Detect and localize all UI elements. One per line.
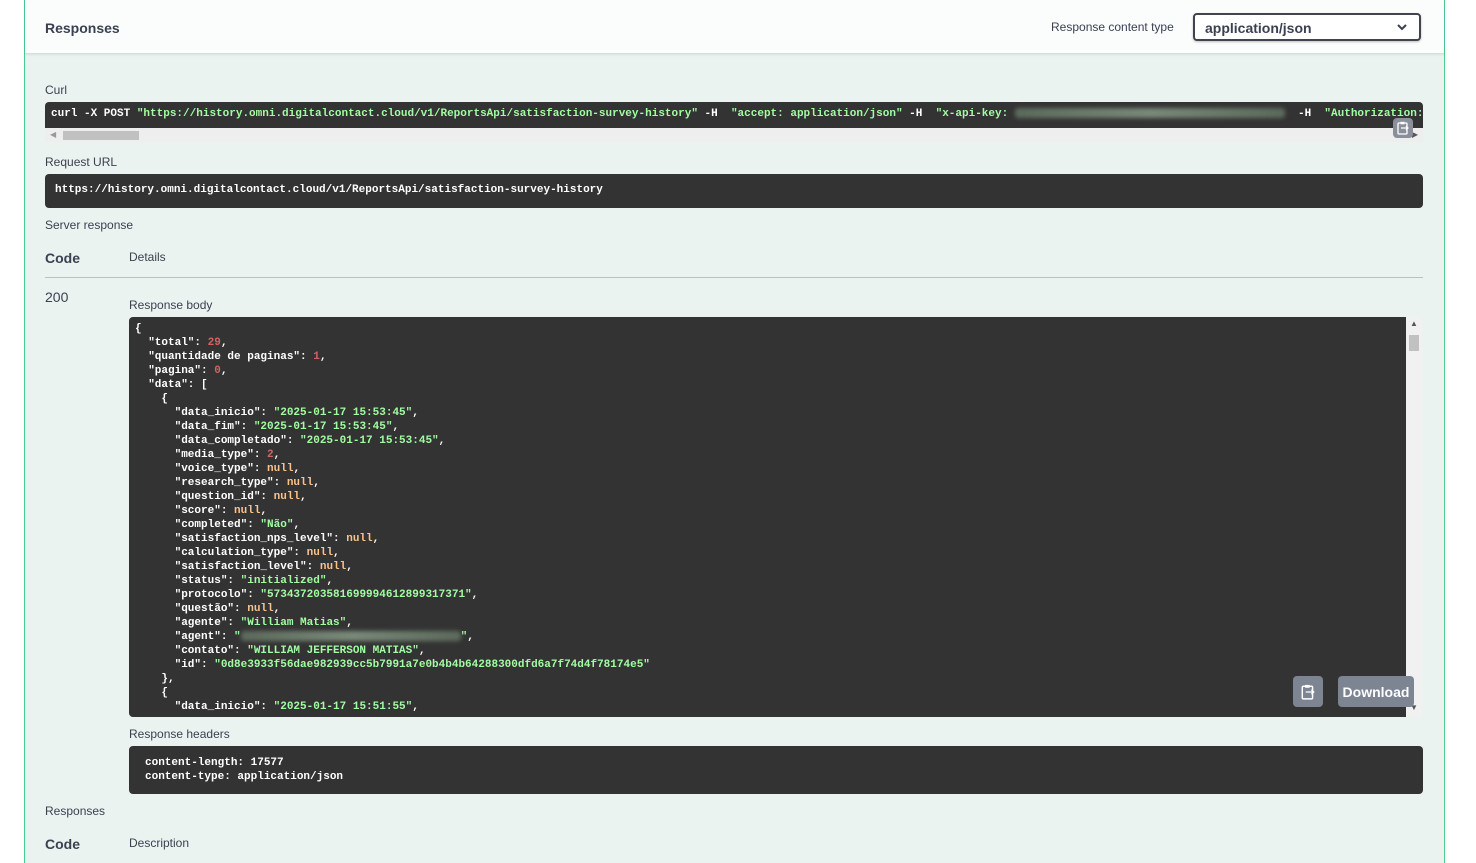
response-body-vertical-scrollbar[interactable]: ▲ ▼ — [1406, 317, 1422, 717]
curl-cmd: curl -X POST — [51, 108, 137, 120]
details-column-header: Details — [129, 250, 166, 264]
curl-api-key-header: "x-api-key: — [935, 108, 1015, 120]
curl-url: "https://history.omni.digitalcontact.clo… — [136, 108, 698, 120]
copy-response-button[interactable] — [1293, 676, 1323, 707]
response-body-label: Response body — [129, 298, 213, 312]
content-type-value: application/json — [1205, 20, 1312, 36]
operation-panel: Responses Response content type applicat… — [24, 0, 1445, 863]
curl-flag: -H — [902, 108, 936, 120]
request-url-value[interactable]: https://history.omni.digitalcontact.clou… — [45, 174, 1423, 208]
response-headers[interactable]: content-length: 17577 content-type: appli… — [129, 746, 1423, 794]
responses-footer-title: Responses — [45, 804, 106, 818]
scroll-left-icon[interactable]: ◀ — [50, 130, 56, 139]
curl-flag: -H — [697, 108, 731, 120]
curl-label: Curl — [45, 83, 68, 97]
request-url-label: Request URL — [45, 155, 118, 169]
scroll-up-icon[interactable]: ▲ — [1410, 319, 1418, 328]
redacted-api-key — [1014, 108, 1285, 119]
download-button[interactable]: Download — [1338, 676, 1414, 707]
request-url-text: https://history.omni.digitalcontact.clou… — [55, 184, 603, 196]
header-line: content-type: application/json — [145, 771, 344, 783]
responses-header: Responses Response content type applicat… — [25, 0, 1444, 54]
server-response-label: Server response — [45, 218, 134, 232]
code-column-header: Code — [45, 250, 80, 266]
footer-description-header: Description — [129, 836, 190, 850]
clipboard-icon — [1397, 121, 1409, 135]
divider — [45, 277, 1423, 278]
response-code: 200 — [45, 289, 69, 305]
copy-curl-button[interactable] — [1393, 118, 1413, 138]
footer-code-header: Code — [45, 836, 80, 852]
curl-flag: -H — [1284, 108, 1325, 120]
scrollbar-thumb[interactable] — [1409, 335, 1419, 351]
curl-horizontal-scrollbar[interactable]: ◀ ▶ — [45, 128, 1423, 142]
curl-command[interactable]: curl -X POST "https://history.omni.digit… — [45, 102, 1423, 128]
responses-title: Responses — [45, 20, 120, 36]
chevron-down-icon — [1395, 20, 1409, 39]
response-body[interactable]: { "total": 29, "quantidade de paginas": … — [129, 317, 1406, 717]
clipboard-icon — [1301, 684, 1315, 700]
redacted-agent-email — [240, 631, 461, 642]
scrollbar-thumb[interactable] — [63, 131, 139, 140]
curl-accept-header: "accept: application/json" — [730, 108, 903, 120]
response-headers-label: Response headers — [129, 727, 230, 741]
content-type-select[interactable]: application/json — [1193, 13, 1421, 41]
content-type-label: Response content type — [1051, 20, 1174, 34]
header-line: content-length: 17577 — [145, 757, 284, 769]
